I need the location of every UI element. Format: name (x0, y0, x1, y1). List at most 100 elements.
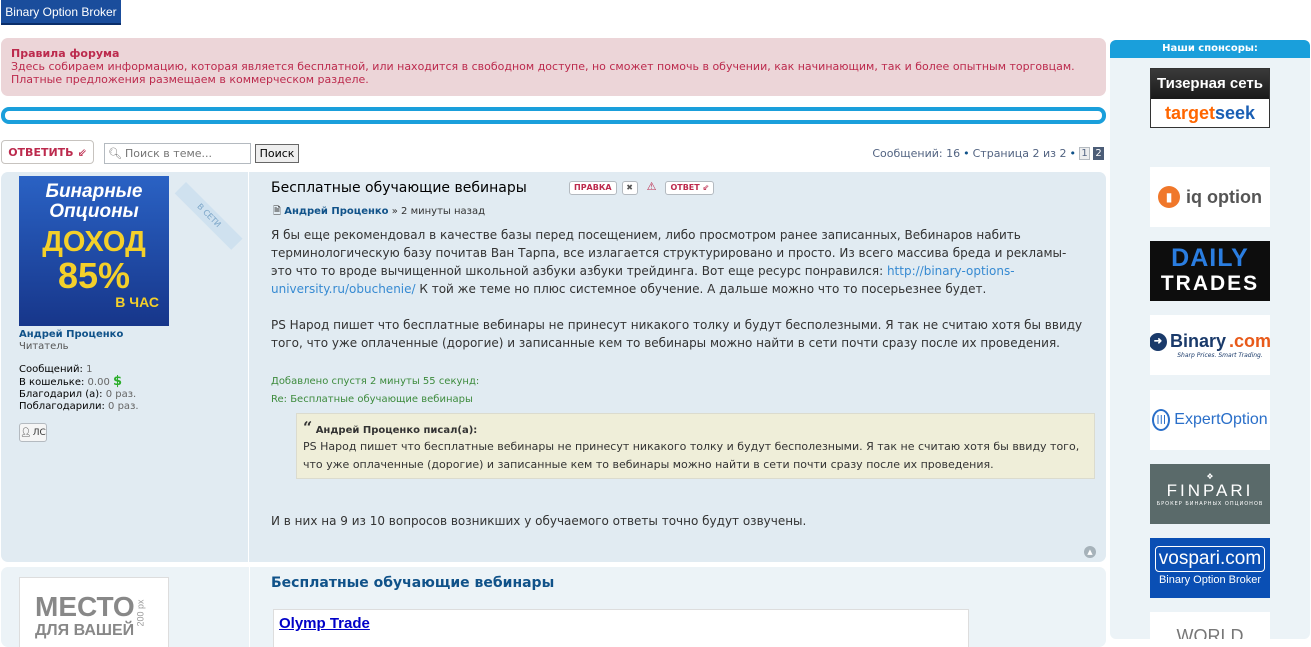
edit-button-label: ПРАВКА (574, 183, 612, 192)
sponsor-world[interactable]: WORLD (1150, 612, 1270, 639)
post-content: Я бы еще рекомендовал в качестве базы пе… (271, 226, 1091, 370)
reply-button-label: ОТВЕТИТЬ (8, 145, 74, 159)
message-count: Сообщений: 16 (872, 146, 961, 160)
sponsor-text: ExpertOption (1174, 411, 1268, 428)
post-title[interactable]: Бесплатные обучающие вебинары (271, 180, 527, 196)
ad-size-label: 200 px (135, 599, 146, 627)
finpari-logo-icon: ❖ (1206, 472, 1214, 481)
post: Бинарные Опционы ДОХОД 85% В ЧАС В СЕТИ … (1, 172, 1106, 562)
rules-title: Правила форума (11, 47, 120, 60)
post-paragraph-1: Я бы еще рекомендовал в качестве базы пе… (271, 226, 1091, 298)
sponsor-logo-text: targetseek (1151, 99, 1269, 127)
pagination: Сообщений: 16 • Страница 2 из 2 • 1 2 (872, 145, 1104, 161)
divider (249, 567, 250, 647)
sponsor-iq-option[interactable]: ▮ iq option (1150, 167, 1270, 227)
sponsor-vospari[interactable]: vospari.com Binary Option Broker (1150, 538, 1270, 598)
sponsor-text: seek (1214, 103, 1256, 123)
sponsor-text: FINPARI (1166, 481, 1254, 500)
ad-block: Olymp Trade (273, 609, 969, 647)
site-logo[interactable]: Binary Option Broker (1, 0, 121, 25)
sponsor-targetseek[interactable]: Тизерная сеть targetseek (1150, 68, 1270, 128)
user-icon: 👤︎ (20, 427, 32, 438)
sponsor-logo: ➜ Binary .com (1150, 331, 1270, 352)
reply-arrow-icon: ⇙ (77, 145, 87, 159)
post-paragraph-2: PS Народ пишет что бесплатные вебинары н… (271, 318, 1083, 350)
post-time: » 2 минуты назад (391, 206, 485, 217)
search-button[interactable]: Поиск (255, 144, 299, 163)
sponsor-text: Binary (1169, 331, 1227, 351)
sponsor-tagline: Sharp Prices. Smart Trading. (1177, 352, 1263, 359)
quote-block: “ Андрей Проценко писал(а): PS Народ пиш… (296, 413, 1095, 479)
forum-rules: Правила форума Здесь собираем информацию… (1, 38, 1106, 96)
stat-wallet-value: 0.00 (87, 377, 110, 388)
stat-messages-value[interactable]: 1 (86, 364, 92, 375)
stat-label: Сообщений: (19, 364, 83, 375)
sidebar-title: Наши спонсоры: (1110, 40, 1310, 58)
sponsor-text: target (1164, 103, 1215, 123)
report-icon[interactable]: ⚠ (643, 181, 661, 195)
edit-button[interactable]: ПРАВКА (569, 181, 617, 195)
sponsor-finpari[interactable]: ❖ FINPARI БРОКЕР БИНАРНЫХ ОПЦИОНОВ (1150, 464, 1270, 524)
sponsor-daily-trades[interactable]: DAILY TRADES (1150, 241, 1270, 301)
quote-author: Андрей Проценко писал(а): (315, 425, 478, 436)
reply-button[interactable]: ОТВЕТИТЬ ⇙ (1, 140, 94, 164)
page-indicator: Страница 2 из 2 (972, 146, 1067, 160)
added-re: Re: Бесплатные обучающие вебинары (271, 394, 473, 405)
delete-icon[interactable]: ✖ (621, 181, 638, 195)
ad-link[interactable]: Olymp Trade (279, 615, 370, 632)
binary-logo-icon: ➜ (1150, 332, 1167, 351)
avatar-text-5: В ЧАС (115, 294, 159, 310)
post-body: Бесплатные обучающие вебинары ПРАВКА ✖ ⚠… (271, 172, 1101, 562)
post-title[interactable]: Бесплатные обучающие вебинары (271, 575, 554, 591)
author-rank: Читатель (19, 341, 69, 352)
iq-logo-icon: ▮ (1158, 186, 1180, 208)
post-profile: Бинарные Опционы ДОХОД 85% В ЧАС В СЕТИ … (1, 172, 249, 562)
pm-button[interactable]: 👤︎ ЛС (19, 423, 47, 442)
ad-text-1: МЕСТО (35, 591, 135, 622)
expert-logo-icon: ||| (1152, 409, 1171, 431)
topic-search-input[interactable] (121, 147, 247, 160)
post-paragraph-3: И в них на 9 из 10 вопросов возникших у … (271, 514, 807, 528)
sponsor-expertoption[interactable]: ||| ExpertOption (1150, 390, 1270, 450)
ad-placeholder[interactable]: МЕСТО ДЛЯ ВАШЕЙ 200 px (19, 577, 169, 647)
stat-label: Благодарил (а): (19, 389, 103, 400)
stat-label: Поблагодарили: (19, 401, 105, 412)
avatar-text-1: Бинарные (45, 181, 143, 202)
magnifier-icon: 🔍︎ (108, 147, 122, 160)
author-name[interactable]: Андрей Проценко (19, 329, 123, 340)
sponsor-binary-com[interactable]: ➜ Binary .com Sharp Prices. Smart Trading… (1150, 315, 1270, 375)
sponsor-text: Тизерная сеть (1151, 69, 1269, 99)
quote-text: PS Народ пишет что бесплатные вебинары н… (303, 440, 1080, 471)
logo-text: Binary Option Broker (5, 5, 117, 19)
quote-reply-label: ОТВЕТ (670, 183, 700, 192)
added-label: Добавлено спустя 2 минуты 55 секунд: (271, 376, 480, 387)
paragraph-text: К той же теме но плюс системное обучение… (415, 282, 987, 296)
stat-thanks-value: 0 раз. (108, 401, 139, 412)
sponsor-text: TRADES (1160, 272, 1260, 295)
avatar-text-4: 85% (57, 255, 131, 296)
sponsor-text: vospari.com (1154, 546, 1266, 572)
stat-label: В кошельке: (19, 377, 85, 388)
topic-search-box: 🔍︎ (104, 143, 251, 164)
avatar[interactable]: Бинарные Опционы ДОХОД 85% В ЧАС (19, 176, 169, 326)
post-icon: 🗎 (273, 206, 282, 217)
page-current-2: 2 (1093, 146, 1104, 160)
post-buttons: ПРАВКА ✖ ⚠ ОТВЕТ ⇙ (569, 181, 715, 195)
pm-label: ЛС (32, 427, 46, 438)
quote-reply-button[interactable]: ОТВЕТ ⇙ (665, 181, 715, 195)
merged-note: Добавлено спустя 2 минуты 55 секунд: Re:… (271, 373, 479, 409)
sponsor-text: WORLD (1176, 626, 1244, 639)
post-author-link[interactable]: Андрей Проценко (284, 206, 388, 217)
author-stats: Сообщений: 1 В кошельке: 0.00 $ Благодар… (19, 364, 139, 413)
quote-header: “ Андрей Проценко писал(а): (303, 420, 1088, 438)
sponsors-sidebar: Наши спонсоры: Тизерная сеть targetseek … (1110, 40, 1310, 639)
sponsor-text: iq option (1186, 186, 1262, 207)
rules-line-2: Платные предложения размещаем в коммерче… (11, 73, 369, 86)
page-link-1[interactable]: 1 (1079, 146, 1090, 160)
dollar-icon: $ (113, 374, 123, 389)
sponsor-tagline: БРОКЕР БИНАРНЫХ ОПЦИОНОВ (1156, 501, 1264, 507)
back-to-top-icon[interactable]: ▲ (1084, 546, 1096, 558)
rules-line-1: Здесь собираем информацию, которая являе… (11, 60, 1075, 73)
sponsor-tagline: Binary Option Broker (1158, 574, 1262, 586)
stat-thanked-value: 0 раз. (105, 389, 137, 400)
